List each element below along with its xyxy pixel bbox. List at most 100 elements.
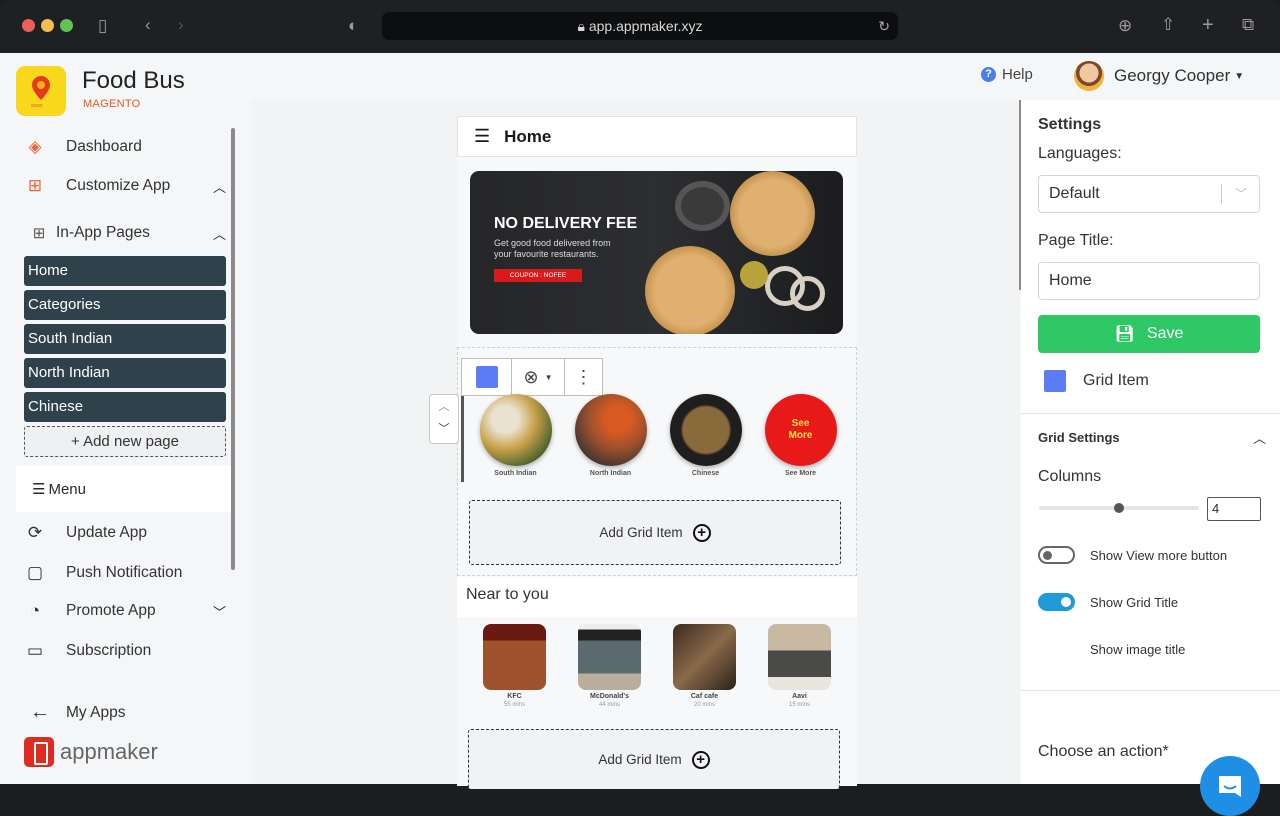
sidebar-item-update-app[interactable]: ⟳ Update App bbox=[16, 514, 234, 552]
grid-item-see-more[interactable]: See More See More bbox=[753, 394, 848, 477]
sidebar-scrollbar[interactable] bbox=[231, 128, 235, 570]
sidebar-label: Update App bbox=[66, 524, 148, 541]
back-icon[interactable]: ‹ bbox=[145, 15, 151, 35]
more-options-button[interactable]: ⋮ bbox=[565, 359, 602, 395]
restaurant-name: Caf cafe bbox=[690, 693, 719, 700]
user-menu[interactable]: Georgy Cooper ▼ bbox=[1074, 61, 1244, 91]
show-image-title-label[interactable]: Show image title bbox=[1090, 642, 1185, 657]
plus-circle-icon: + bbox=[691, 750, 710, 769]
chevron-up-icon: ︿ bbox=[212, 179, 226, 195]
page-item-categories[interactable]: Categories bbox=[24, 290, 226, 320]
toggle-label: Show Grid Title bbox=[1090, 595, 1179, 610]
restaurant-image bbox=[483, 624, 546, 690]
banner-subtitle: Get good food delivered from your favour… bbox=[494, 238, 611, 260]
add-grid-item-button[interactable]: Add Grid Item + bbox=[469, 500, 841, 565]
close-circle-icon: ⊗ bbox=[523, 366, 539, 387]
maximize-window-button[interactable] bbox=[60, 19, 73, 32]
settings-panel: Settings Languages: Default ﹀ Page Title… bbox=[1021, 100, 1280, 784]
sidebar-item-subscription[interactable]: ▭ Subscription bbox=[16, 632, 234, 670]
page-item-home[interactable]: Home bbox=[24, 256, 226, 286]
page-item-north-indian[interactable]: North Indian bbox=[24, 358, 226, 388]
app-name: Food Bus bbox=[82, 67, 185, 94]
page-item-south-indian[interactable]: South Indian bbox=[24, 324, 226, 354]
columns-slider[interactable] bbox=[1039, 503, 1199, 513]
reload-icon[interactable]: ↻ bbox=[878, 12, 890, 40]
user-name: Georgy Cooper bbox=[1114, 66, 1231, 85]
share-icon[interactable]: ⇧ bbox=[1161, 15, 1175, 35]
sidebar-toggle-icon[interactable]: ▯ bbox=[98, 16, 107, 36]
grid-item-label: North Indian bbox=[589, 470, 632, 477]
new-tab-icon[interactable]: + bbox=[1202, 15, 1214, 35]
restaurant-item[interactable]: Aavi 15 mins bbox=[752, 624, 847, 708]
page-title-value: Home bbox=[1049, 272, 1092, 289]
sidebar-item-promote-app[interactable]: ◔ Promote App ﹀ bbox=[16, 592, 234, 630]
grid-section[interactable]: ⊗ ▼ ⋮ ︿ ﹀ South Indian North Indian Chin… bbox=[429, 347, 857, 576]
toggle-knob bbox=[1043, 551, 1052, 560]
tabs-overview-icon[interactable]: ⧉ bbox=[1242, 15, 1254, 35]
my-apps-link[interactable]: ← My Apps bbox=[30, 701, 125, 724]
toggle-show-view-more[interactable] bbox=[1038, 546, 1075, 564]
near-to-you-title: Near to you bbox=[457, 577, 857, 617]
page-title-input[interactable]: Home bbox=[1038, 262, 1260, 300]
restaurant-time: 55 mins bbox=[503, 702, 525, 708]
add-new-page-button[interactable]: + Add new page bbox=[24, 426, 226, 457]
minimize-window-button[interactable] bbox=[41, 19, 54, 32]
select-divider bbox=[1221, 184, 1222, 204]
slider-thumb[interactable] bbox=[1114, 503, 1124, 513]
sidebar-item-in-app-pages[interactable]: ⊞ In-App Pages ︿ bbox=[16, 214, 234, 252]
grid-item-label: See More bbox=[784, 470, 817, 477]
page-title-label: Page Title: bbox=[1038, 232, 1114, 249]
layers-icon: ◈ bbox=[28, 137, 42, 156]
sidebar-label: Customize App bbox=[66, 177, 171, 194]
chevron-down-icon: ﹀ bbox=[1234, 187, 1247, 201]
page-item-chinese[interactable]: Chinese bbox=[24, 392, 226, 422]
preview-header: ☰ Home bbox=[457, 116, 857, 157]
chat-launcher-button[interactable] bbox=[1200, 756, 1260, 816]
plus-circle-icon: + bbox=[692, 523, 711, 542]
banner-title: NO DELIVERY FEE bbox=[494, 215, 638, 232]
divider bbox=[1021, 690, 1280, 691]
restaurant-item[interactable]: McDonald's 44 mins bbox=[562, 624, 657, 708]
kebab-menu-icon: ⋮ bbox=[574, 366, 593, 387]
category-grid: South Indian North Indian Chinese See Mo… bbox=[468, 394, 848, 477]
move-up-button[interactable]: ︿ bbox=[430, 395, 458, 419]
language-select[interactable]: Default ﹀ bbox=[1038, 175, 1260, 213]
refresh-icon: ⟳ bbox=[27, 523, 43, 542]
download-icon[interactable]: ⊕ bbox=[1118, 16, 1132, 36]
toggle-show-grid-title[interactable] bbox=[1038, 593, 1075, 611]
sidebar-item-push-notification[interactable]: ▢ Push Notification bbox=[16, 554, 234, 592]
forward-icon[interactable]: › bbox=[178, 15, 184, 35]
remove-block-button[interactable]: ⊗ ▼ bbox=[512, 359, 565, 395]
grid-item-image bbox=[574, 394, 647, 466]
shield-icon[interactable]: ◐ bbox=[348, 16, 358, 36]
toggle-knob bbox=[1061, 597, 1071, 607]
columns-label: Columns bbox=[1038, 468, 1102, 485]
grid-item[interactable]: Chinese bbox=[658, 394, 753, 477]
save-button[interactable]: 💾︎ Save bbox=[1038, 315, 1260, 353]
add-grid-item-button[interactable]: Add Grid Item + bbox=[468, 729, 840, 789]
burger-image bbox=[730, 171, 815, 256]
sidebar-item-menu[interactable]: ☰ Menu bbox=[16, 466, 234, 512]
address-bar[interactable]: 🔒︎ app.appmaker.xyz ↻ bbox=[382, 12, 898, 40]
close-window-button[interactable] bbox=[22, 19, 35, 32]
sidebar-item-dashboard[interactable]: ◈ Dashboard bbox=[16, 128, 234, 166]
help-link[interactable]: ? Help bbox=[981, 66, 1033, 83]
columns-input[interactable]: 4 bbox=[1207, 497, 1261, 521]
save-label: Save bbox=[1146, 325, 1184, 342]
help-icon: ? bbox=[981, 67, 996, 82]
sauce-bowl-image bbox=[740, 261, 768, 289]
see-more-text: See More bbox=[788, 418, 813, 441]
grid-item[interactable]: North Indian bbox=[563, 394, 658, 477]
grid-item[interactable]: South Indian bbox=[468, 394, 563, 477]
move-down-button[interactable]: ﹀ bbox=[430, 419, 458, 443]
restaurant-item[interactable]: Caf cafe 20 mins bbox=[657, 624, 752, 708]
coupon-ribbon: COUPON : NOFEE bbox=[494, 269, 582, 282]
block-toolbar: ⊗ ▼ ⋮ bbox=[461, 358, 603, 396]
restaurant-item[interactable]: KFC 55 mins bbox=[467, 624, 562, 708]
promo-banner[interactable]: NO DELIVERY FEE Get good food delivered … bbox=[470, 171, 843, 334]
add-grid-icon: ⊞ bbox=[32, 225, 46, 242]
appmaker-logo: appmaker bbox=[24, 737, 158, 767]
grid-item-image bbox=[479, 394, 552, 466]
block-type-button[interactable] bbox=[462, 359, 512, 395]
sidebar-item-customize-app[interactable]: ⊞ Customize App ︿ bbox=[16, 167, 234, 205]
